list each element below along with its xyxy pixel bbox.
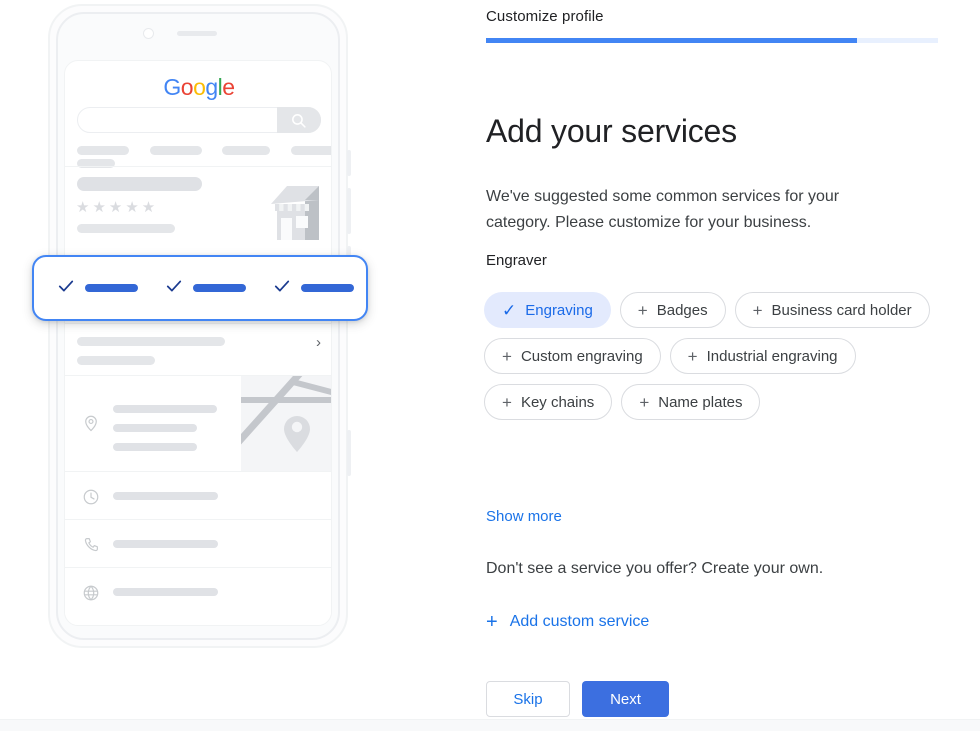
check-icon xyxy=(272,276,292,301)
page-bottom-strip xyxy=(0,719,980,731)
mock-list-row-hours xyxy=(65,471,331,519)
add-custom-service-label: Add custom service xyxy=(509,613,650,630)
highlight-service-item xyxy=(56,276,138,301)
phone-camera-icon xyxy=(143,28,154,39)
customize-profile-page: Google ★★★★★ › Customize profile Add you… xyxy=(0,0,980,731)
progress-bar-track xyxy=(486,38,938,43)
mock-text-bar xyxy=(113,540,218,548)
mock-text-bar xyxy=(77,356,155,365)
plus-icon: + xyxy=(687,346,698,366)
highlight-service-item xyxy=(272,276,354,301)
plus-icon: + xyxy=(502,392,512,412)
page-description: We've suggested some common services for… xyxy=(486,188,840,231)
service-chip-label: Engraving xyxy=(525,301,593,319)
service-chip-group: ✓ Engraving + Badges + Business card holder + C… xyxy=(484,292,954,420)
service-chip-label: Badges xyxy=(656,301,708,319)
mock-list-row-website xyxy=(65,567,331,615)
check-icon xyxy=(164,276,184,301)
mock-text-bar xyxy=(113,405,217,413)
highlight-service-bar xyxy=(193,284,246,292)
phone-illustration: Google ★★★★★ › xyxy=(0,0,470,719)
magnifier-icon xyxy=(277,107,321,133)
service-chip-label: Business card holder xyxy=(771,301,912,319)
mock-text-bar xyxy=(77,337,225,346)
check-icon: ✓ xyxy=(502,300,517,320)
google-logo: Google xyxy=(163,74,235,100)
service-chip-business-card-holder[interactable]: + Business card holder xyxy=(734,292,930,328)
phone-screen: Google ★★★★★ › xyxy=(64,60,332,626)
mock-list-row-location xyxy=(65,375,331,472)
service-chip-engraving[interactable]: ✓ Engraving xyxy=(484,292,611,328)
add-custom-service-button[interactable]: + Add custom service xyxy=(486,612,649,632)
plus-icon: + xyxy=(502,346,512,366)
service-chip-label: Key chains xyxy=(520,393,595,411)
create-own-text: Don't see a service you offer? Create yo… xyxy=(486,560,824,577)
category-label: Engraver xyxy=(486,252,547,269)
storefront-icon xyxy=(267,180,329,242)
globe-icon xyxy=(82,584,100,607)
mock-business-subtitle xyxy=(77,224,175,233)
service-chip-custom-engraving[interactable]: + Custom engraving xyxy=(484,338,661,374)
phone-side-button xyxy=(347,430,351,476)
plus-icon: + xyxy=(486,611,498,633)
clock-icon xyxy=(82,488,100,511)
plus-icon: + xyxy=(752,300,763,320)
phone-side-button xyxy=(347,188,351,234)
highlighted-services-card xyxy=(32,255,368,321)
map-thumbnail xyxy=(241,376,331,472)
plus-icon: + xyxy=(637,300,648,320)
mock-business-title xyxy=(77,177,202,191)
check-icon xyxy=(56,276,76,301)
rating-stars: ★★★★★ xyxy=(76,199,159,216)
location-pin-icon xyxy=(82,414,100,437)
mock-text-bar xyxy=(113,424,197,432)
service-chip-name-plates[interactable]: + Name plates xyxy=(621,384,761,420)
mock-filter-chips xyxy=(77,146,331,155)
mock-text-bar xyxy=(113,588,218,596)
form-pane: Customize profile Add your services We'v… xyxy=(470,0,980,719)
plus-icon: + xyxy=(639,392,650,412)
highlight-service-item xyxy=(164,276,246,301)
step-label: Customize profile xyxy=(486,8,604,25)
chevron-right-icon: › xyxy=(316,334,321,351)
show-more-link[interactable]: Show more xyxy=(486,508,562,525)
mock-list-row: › xyxy=(65,323,331,375)
service-chip-industrial-engraving[interactable]: + Industrial engraving xyxy=(669,338,856,374)
service-chip-key-chains[interactable]: + Key chains xyxy=(484,384,613,420)
mock-list-row-phone xyxy=(65,519,331,567)
skip-button[interactable]: Skip xyxy=(486,681,570,717)
service-chip-label: Name plates xyxy=(658,393,743,411)
mock-text-bar xyxy=(113,443,197,451)
next-button[interactable]: Next xyxy=(582,681,669,717)
highlight-service-bar xyxy=(85,284,138,292)
action-buttons: Skip Next xyxy=(486,681,669,717)
service-chip-label: Custom engraving xyxy=(520,347,643,365)
divider xyxy=(65,166,331,167)
page-title: Add your services xyxy=(486,113,737,150)
mock-text-bar xyxy=(113,492,218,500)
phone-side-button xyxy=(347,150,351,176)
phone-speaker xyxy=(177,31,217,36)
mock-search-input xyxy=(77,107,321,133)
service-chip-label: Industrial engraving xyxy=(706,347,838,365)
service-chip-badges[interactable]: + Badges xyxy=(619,292,726,328)
highlight-service-bar xyxy=(301,284,354,292)
progress-bar-fill xyxy=(486,38,857,43)
phone-icon xyxy=(82,536,100,559)
